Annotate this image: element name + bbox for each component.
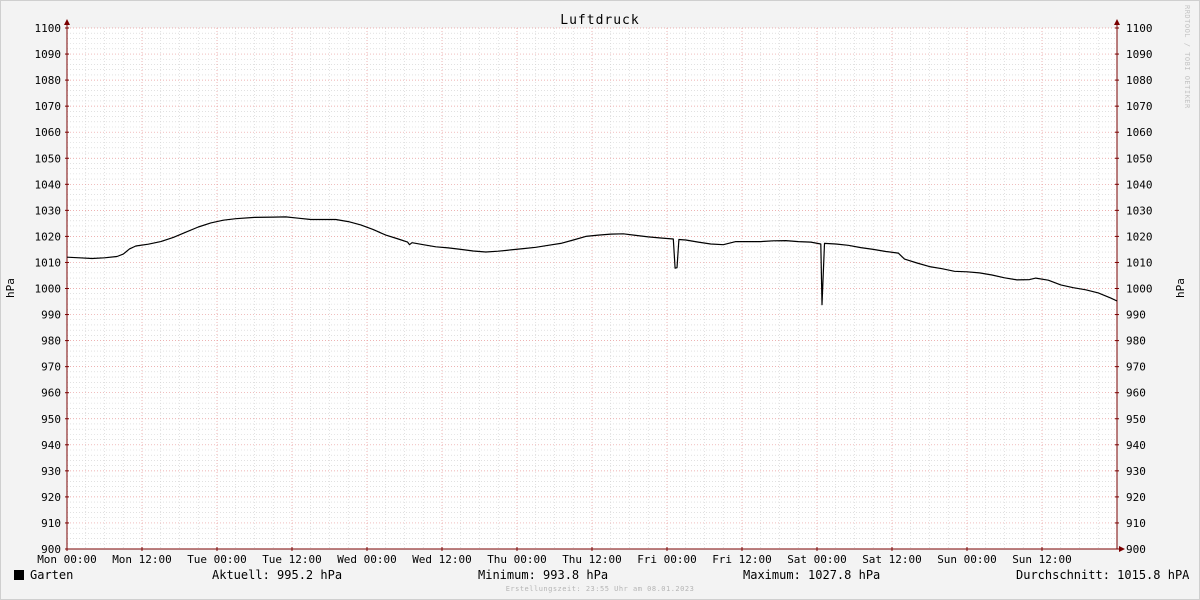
y-tick-label-right: 990	[1126, 309, 1146, 322]
stat-current: Aktuell: 995.2 hPa	[212, 568, 343, 582]
y-tick-label-right: 910	[1126, 517, 1146, 530]
y-tick-label-left: 1070	[35, 100, 62, 113]
y-tick-label-right: 970	[1126, 361, 1146, 374]
y-tick-label-left: 1050	[35, 152, 62, 165]
x-tick-label: Sat 12:00	[862, 553, 922, 566]
chart-title: Luftdruck	[560, 13, 639, 28]
y-tick-label-right: 940	[1126, 439, 1146, 452]
y-tick-label-left: 960	[41, 387, 61, 400]
y-tick-label-left: 950	[41, 413, 61, 426]
y-axis-arrow-right	[1114, 19, 1120, 25]
y-tick-label-right: 960	[1126, 387, 1146, 400]
y-tick-label-left: 1040	[35, 178, 62, 191]
x-tick-label: Mon 00:00	[37, 553, 97, 566]
y-tick-label-left: 910	[41, 517, 61, 530]
y-tick-label-right: 1070	[1126, 100, 1153, 113]
y-tick-label-right: 1040	[1126, 178, 1153, 191]
y-tick-label-right: 980	[1126, 335, 1146, 348]
x-tick-label: Sun 00:00	[937, 553, 997, 566]
y-tick-label-left: 1080	[35, 74, 62, 87]
chart-canvas: 900 910 920 930 940 950 960 970 980 990 1000 1010 10…	[4, 13, 1187, 566]
y-tick-label-left: 1090	[35, 48, 62, 61]
y-axis-label-left: hPa	[4, 278, 17, 298]
y-tick-label-left: 980	[41, 335, 61, 348]
y-tick-label-right: 1100	[1126, 22, 1153, 35]
stat-average: Durchschnitt: 1015.8 hPA	[1016, 568, 1190, 582]
x-tick-label: Wed 12:00	[412, 553, 472, 566]
watermark: RRDTOOL / TOBI OETIKER	[1183, 5, 1191, 109]
x-tick-label: Thu 00:00	[487, 553, 547, 566]
x-axis-arrow	[1119, 546, 1125, 552]
x-tick-label: Sun 12:00	[1012, 553, 1072, 566]
x-tick-label: Tue 00:00	[187, 553, 247, 566]
y-tick-label-right: 1010	[1126, 256, 1153, 269]
legend-series-label: Garten	[30, 568, 74, 582]
y-tick-label-right: 1050	[1126, 152, 1153, 165]
y-tick-label-right: 1060	[1126, 126, 1153, 139]
stat-minimum: Minimum: 993.8 hPa	[478, 568, 609, 582]
y-tick-label-right: 920	[1126, 491, 1146, 504]
y-tick-label-left: 1020	[35, 230, 62, 243]
y-tick-label-left: 1100	[35, 22, 62, 35]
y-tick-label-right: 1030	[1126, 204, 1153, 217]
x-tick-label: Thu 12:00	[562, 553, 622, 566]
y-tick-label-right: 1090	[1126, 48, 1153, 61]
y-tick-label-left: 940	[41, 439, 61, 452]
y-tick-label-left: 1000	[35, 283, 62, 296]
y-tick-label-left: 1060	[35, 126, 62, 139]
y-tick-label-left: 990	[41, 309, 61, 322]
y-tick-labels-left: 9009109209309409509609709809901000101010…	[35, 22, 62, 556]
y-tick-label-right: 950	[1126, 413, 1146, 426]
x-tick-label: Tue 12:00	[262, 553, 322, 566]
y-axis-arrow-left	[64, 19, 70, 25]
x-tick-label: Sat 00:00	[787, 553, 847, 566]
y-tick-label-right: 1080	[1126, 74, 1153, 87]
y-tick-label-left: 1030	[35, 204, 62, 217]
legend-series: Garten	[14, 568, 73, 582]
y-tick-label-right: 900	[1126, 543, 1146, 556]
y-tick-label-right: 1020	[1126, 230, 1153, 243]
y-tick-label-left: 1010	[35, 256, 62, 269]
x-tick-label: Fri 00:00	[637, 553, 697, 566]
legend-swatch	[14, 570, 24, 580]
y-tick-label-right: 1000	[1126, 283, 1153, 296]
y-tick-label-left: 970	[41, 361, 61, 374]
x-tick-labels: Mon 00:00 Mon 12:00 Tue 00:00 Tue 12:00 Wed …	[37, 553, 1072, 566]
x-tick-label: Fri 12:00	[712, 553, 772, 566]
y-tick-label-left: 920	[41, 491, 61, 504]
stat-maximum: Maximum: 1027.8 hPa	[743, 568, 881, 582]
y-tick-labels-right: 900 910 920 930 940 950 960 970 980 990 1000 1010 10…	[1126, 22, 1153, 556]
y-tick-label-left: 930	[41, 465, 61, 478]
y-tick-label-right: 930	[1126, 465, 1146, 478]
x-tick-label: Wed 00:00	[337, 553, 397, 566]
x-tick-label: Mon 12:00	[112, 553, 172, 566]
y-axis-label-right: hPa	[1174, 278, 1187, 298]
footer-note: Erstellungszeit: 23:55 Uhr am 08.01.2023	[505, 585, 695, 593]
